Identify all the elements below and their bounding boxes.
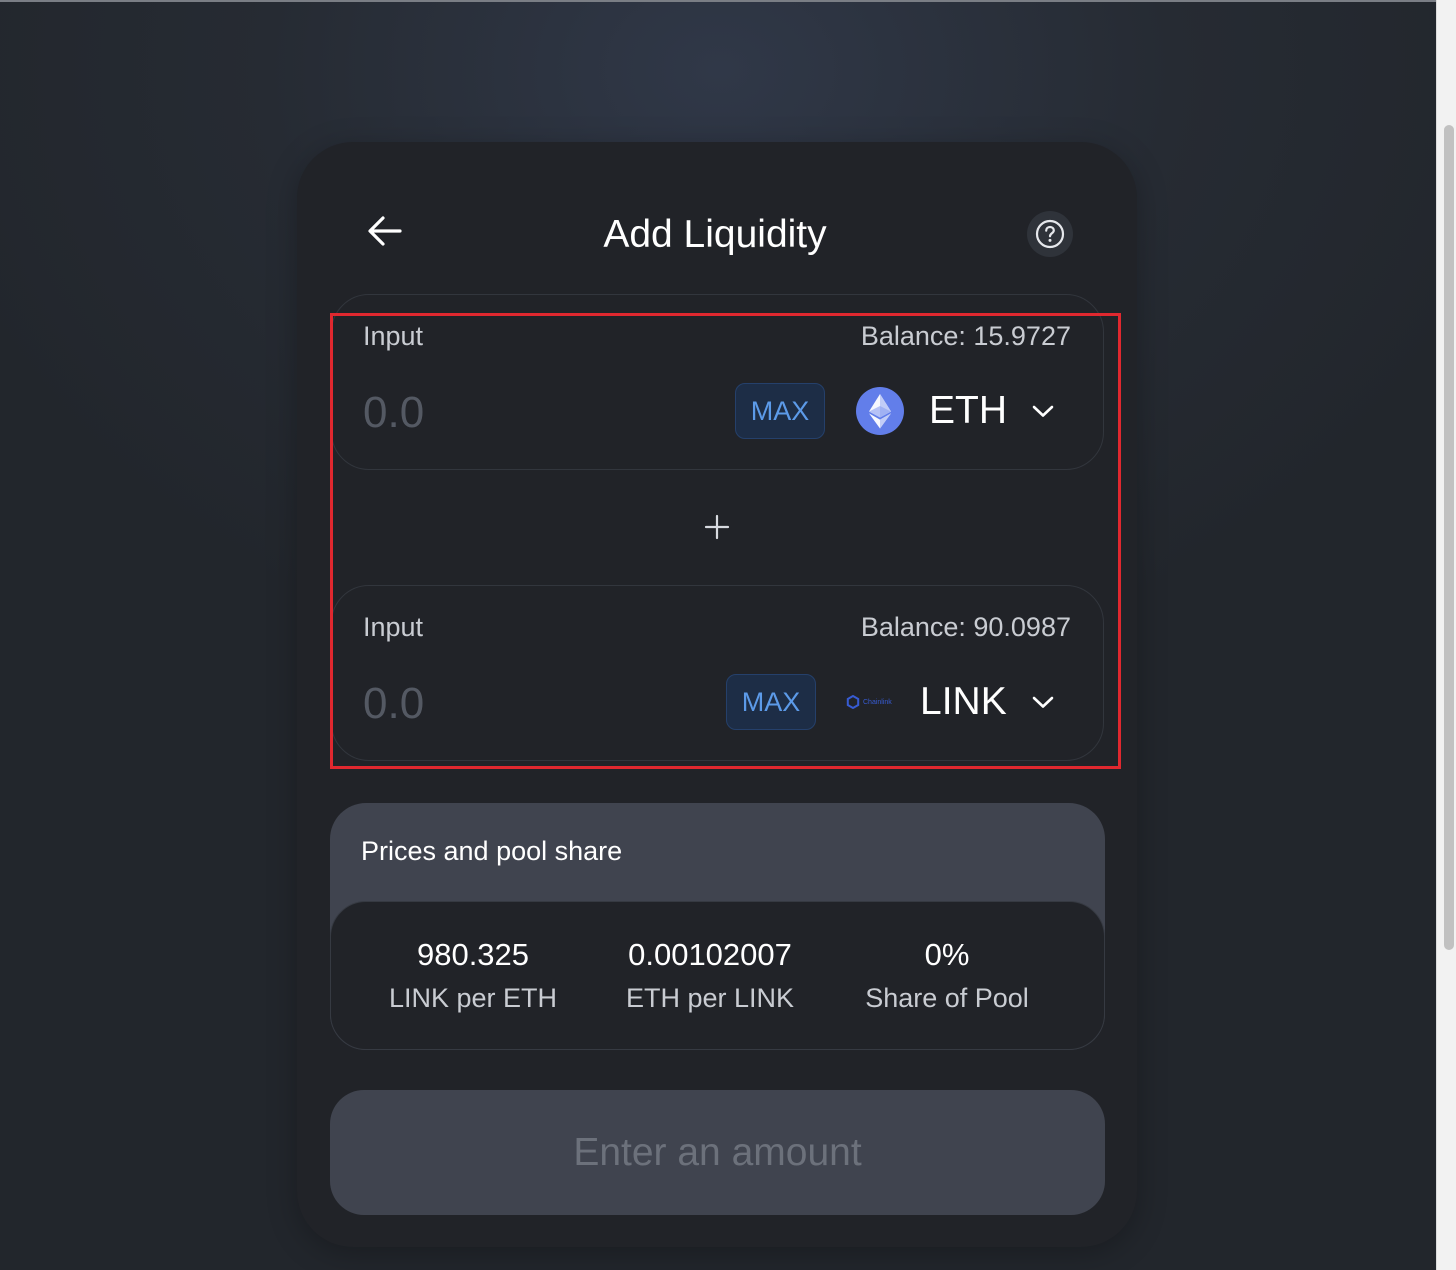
chainlink-logo-text: Chainlink: [863, 698, 892, 706]
prices-section-title: Prices and pool share: [361, 836, 623, 866]
balance-text: Balance: 15.9727: [860, 321, 1071, 351]
help-button[interactable]: [1027, 211, 1073, 257]
input-label: Input: [363, 612, 424, 642]
stat-value: 0%: [924, 937, 970, 972]
stat-label: Share of Pool: [865, 983, 1029, 1013]
amount-input-link[interactable]: [363, 678, 693, 730]
balance-text: Balance: 90.0987: [860, 612, 1071, 642]
prices-stats-panel: 980.325 LINK per ETH 0.00102007 ETH per …: [330, 901, 1105, 1050]
token-selector-eth[interactable]: ETH: [856, 381, 1055, 441]
chevron-down-icon: [1031, 403, 1055, 419]
page-title: Add Liquidity: [603, 213, 827, 256]
max-button[interactable]: MAX: [726, 674, 816, 730]
stat-eth-per-link: 0.00102007 ETH per LINK: [590, 936, 830, 1018]
back-button[interactable]: [364, 210, 406, 252]
stat-link-per-eth: 980.325 LINK per ETH: [353, 936, 593, 1018]
currency-input-panel-eth: Input Balance: 15.9727 MAX ETH: [331, 294, 1104, 470]
stat-share-of-pool: 0% Share of Pool: [827, 936, 1067, 1018]
chevron-down-icon: [1031, 694, 1055, 710]
amount-input-eth[interactable]: [363, 387, 693, 439]
chainlink-logo-icon: Chainlink: [846, 692, 896, 712]
prices-pool-share-section: Prices and pool share 980.325 LINK per E…: [330, 803, 1105, 1050]
enter-amount-button[interactable]: Enter an amount: [330, 1090, 1105, 1215]
token-symbol: ETH: [929, 389, 1007, 432]
plus-icon: [700, 510, 734, 544]
eth-logo-icon: [856, 387, 904, 435]
stat-label: LINK per ETH: [388, 983, 558, 1013]
stat-label: ETH per LINK: [625, 983, 795, 1013]
arrow-left-icon: [368, 216, 402, 246]
max-button[interactable]: MAX: [735, 383, 825, 439]
token-symbol: LINK: [920, 680, 1007, 723]
window-top-border: [0, 0, 1436, 2]
input-label: Input: [363, 321, 424, 351]
token-selector-link[interactable]: Chainlink LINK: [846, 672, 1055, 732]
currency-input-panel-link: Input Balance: 90.0987 MAX Chainlink LIN…: [331, 585, 1104, 761]
scrollbar-thumb[interactable]: [1444, 125, 1454, 950]
stat-value: 0.00102007: [628, 937, 792, 972]
question-circle-icon: [1035, 219, 1065, 249]
stat-value: 980.325: [416, 937, 530, 972]
